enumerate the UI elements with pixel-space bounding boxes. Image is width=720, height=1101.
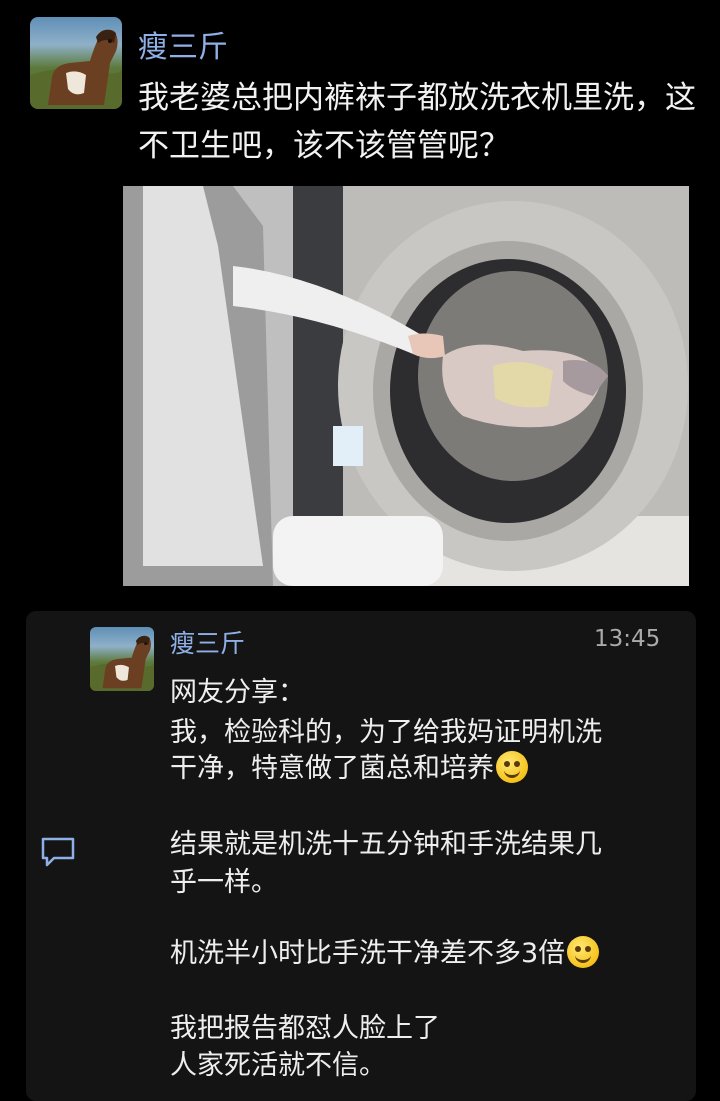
post-text: 我老婆总把内裤袜子都放洗衣机里洗，这不卫生吧，该不该管管呢？ bbox=[138, 80, 696, 164]
post-author-name[interactable]: 瘦三斤 bbox=[138, 22, 228, 66]
smiling-face-emoji bbox=[567, 936, 600, 968]
reply-line: 我把报告都怼人脸上了 bbox=[170, 1013, 440, 1044]
reply-author-name[interactable]: 瘦三斤 bbox=[170, 624, 245, 660]
smiling-face-emoji bbox=[496, 751, 528, 783]
pony-picture bbox=[90, 635, 154, 691]
post-photo-washing-machine[interactable] bbox=[123, 186, 689, 586]
reply-line: 我，检验科的，为了给我妈证明机洗 bbox=[170, 717, 602, 748]
pony-picture bbox=[30, 29, 122, 109]
reply-line: 干净，特意做了菌总和培养 bbox=[170, 746, 528, 785]
reply-line: 人家死活就不信。 bbox=[170, 1050, 386, 1081]
post-author-avatar[interactable] bbox=[30, 17, 122, 109]
reply-line: 网友分享： bbox=[170, 677, 305, 708]
comment-icon[interactable] bbox=[40, 836, 76, 868]
reply-line: 结果就是机洗十五分钟和手洗结果几 bbox=[170, 829, 602, 860]
reply-timestamp: 13:45 bbox=[594, 626, 661, 652]
reply-line: 机洗半小时比手洗干净差不多3倍 bbox=[170, 931, 600, 970]
reply-author-avatar[interactable] bbox=[90, 627, 154, 691]
reply-line: 乎一样。 bbox=[170, 867, 278, 898]
